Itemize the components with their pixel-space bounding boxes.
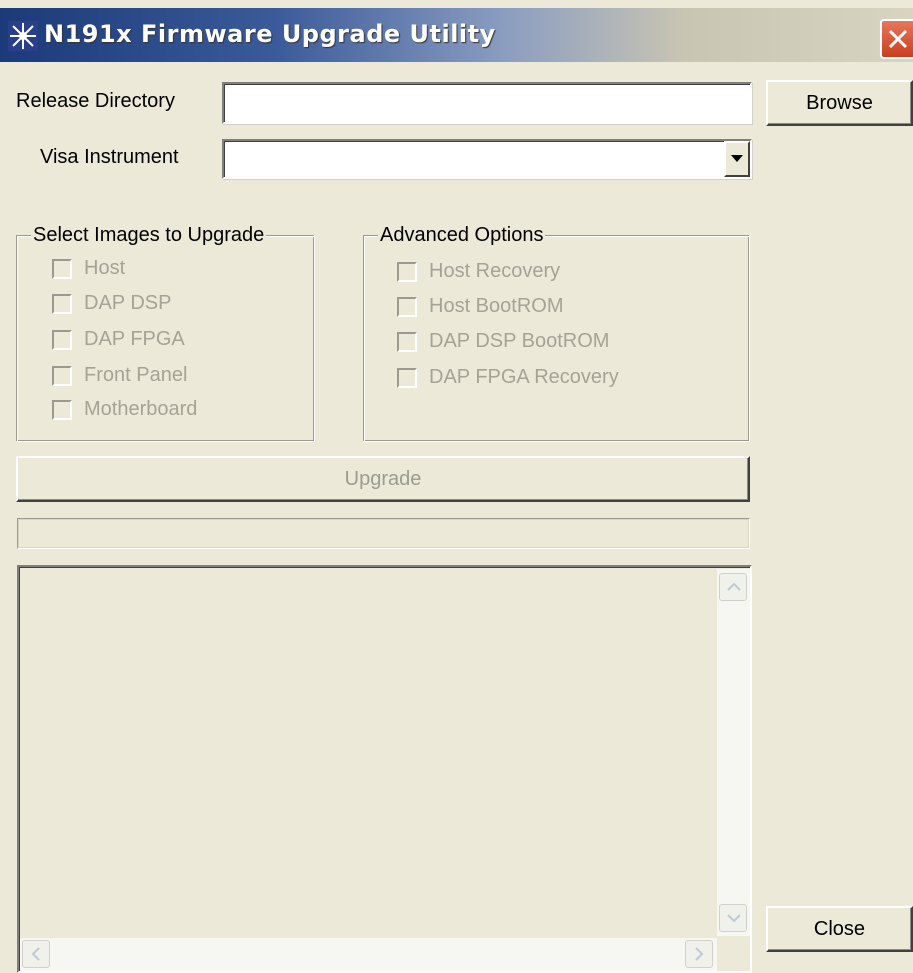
release-directory-input[interactable] [222,82,752,124]
checkbox-box[interactable] [52,330,72,350]
checkbox-box[interactable] [52,366,72,386]
scroll-up-button[interactable] [719,573,747,601]
checkbox-box[interactable] [397,262,417,282]
checkbox-box[interactable] [397,368,417,388]
app-window: N191x Firmware Upgrade Utility Release D… [0,0,913,973]
checkbox-box[interactable] [52,259,72,279]
scroll-left-button[interactable] [22,940,50,968]
scroll-down-button[interactable] [719,904,747,932]
chevron-down-icon [731,155,743,162]
checkbox-label: DAP FPGA Recovery [429,366,619,388]
checkbox-label: Host BootROM [429,295,564,317]
chevron-down-icon [727,914,741,923]
advanced-group-title: Advanced Options [378,224,546,247]
visa-instrument-select[interactable] [222,139,752,179]
chevron-up-icon [727,582,741,591]
close-icon [888,29,908,49]
visa-dropdown-arrow[interactable] [724,141,750,177]
checkbox-box[interactable] [52,400,72,420]
browse-button[interactable]: Browse [766,80,913,126]
scroll-right-button[interactable] [685,940,713,968]
chevron-right-icon [695,947,704,961]
checkbox-label: Host [84,257,126,279]
upgrade-button[interactable]: Upgrade [16,456,750,502]
visa-instrument-label: Visa Instrument [40,146,179,168]
close-button[interactable]: Close [766,906,913,952]
window-close-button[interactable] [880,19,913,59]
log-output-pane[interactable] [17,565,752,973]
checkbox-box[interactable] [397,332,417,352]
checkbox-label: DAP FPGA [84,328,185,350]
upgrade-progress-bar [17,518,750,549]
log-horizontal-scrollbar[interactable] [20,938,717,971]
images-group-title: Select Images to Upgrade [31,224,267,247]
chevron-left-icon [31,947,40,961]
release-directory-label: Release Directory [16,90,175,112]
log-vertical-scrollbar[interactable] [717,569,750,936]
checkbox-label: Motherboard [84,398,198,420]
checkbox-label: Host Recovery [429,260,561,282]
checkbox-box[interactable] [397,297,417,317]
window-title: N191x Firmware Upgrade Utility [44,20,496,48]
app-logo-icon [8,21,38,51]
title-bar[interactable]: N191x Firmware Upgrade Utility [0,8,913,62]
checkbox-label: DAP DSP [84,292,172,314]
checkbox-label: Front Panel [84,364,188,386]
checkbox-label: DAP DSP BootROM [429,330,610,352]
checkbox-box[interactable] [52,294,72,314]
